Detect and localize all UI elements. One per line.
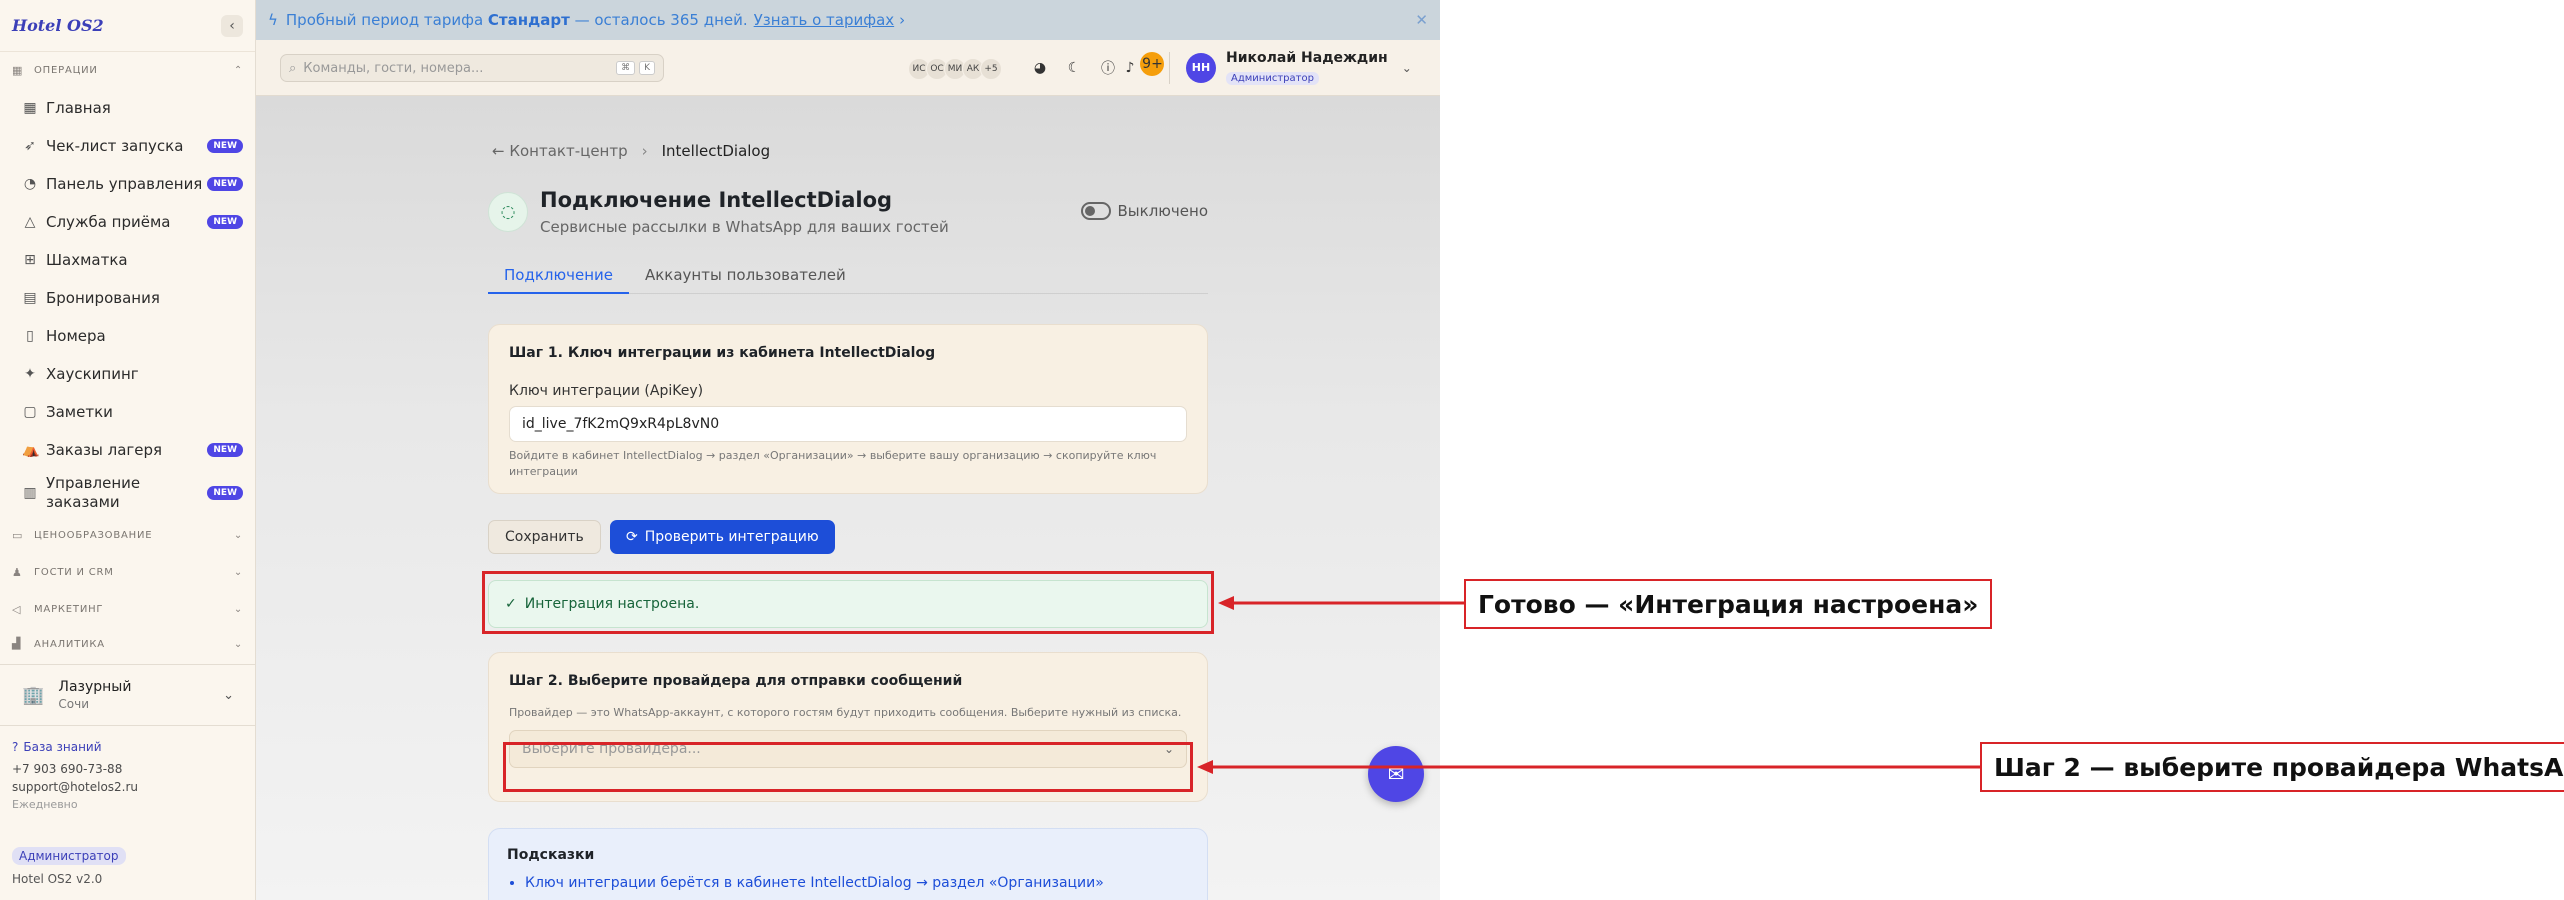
callout-step2-provider: Шаг 2 — выберите провайдера WhatsApp [1980, 742, 2564, 792]
arrowhead-success [1218, 596, 1234, 610]
arrowhead-provider [1197, 760, 1213, 774]
callout-integration-ready: Готово — «Интеграция настроена» [1464, 579, 1993, 629]
